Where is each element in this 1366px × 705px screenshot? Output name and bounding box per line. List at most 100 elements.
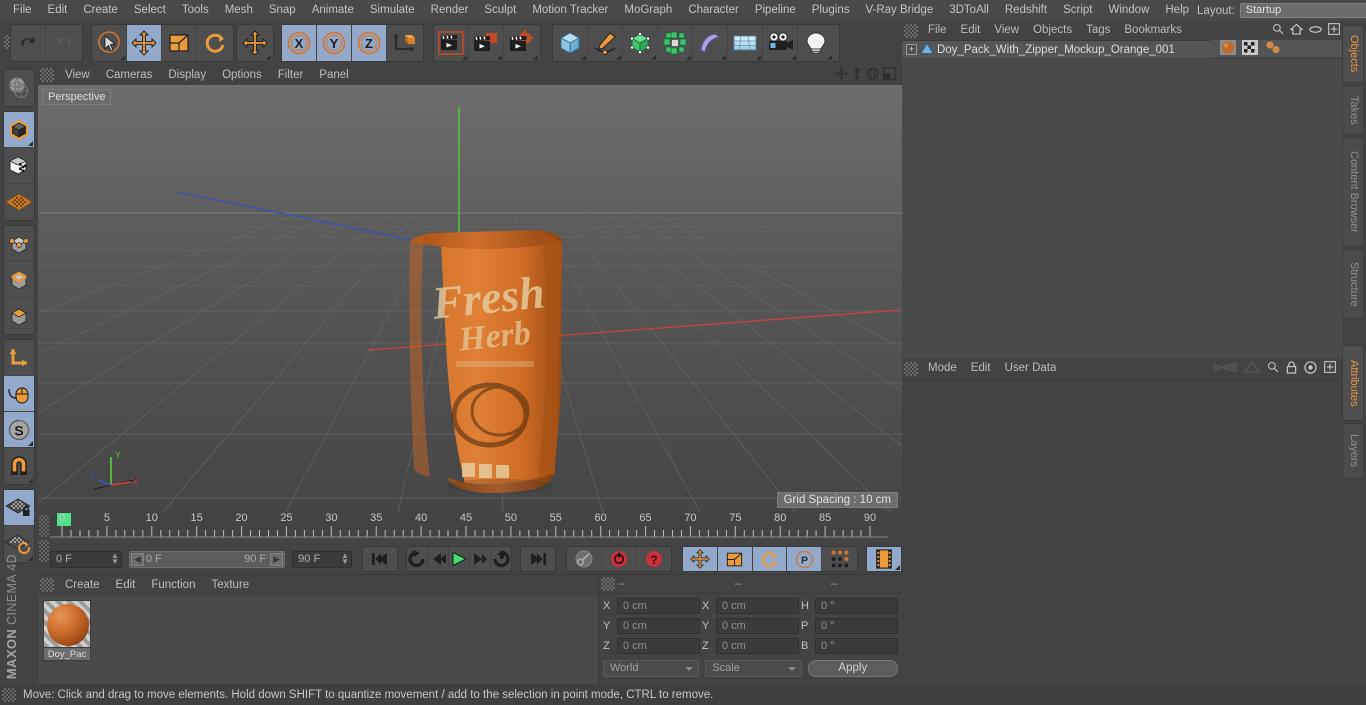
rotation-p-field[interactable]: 0 ° <box>815 618 898 634</box>
menu-item-sculpt[interactable]: Sculpt <box>476 0 524 21</box>
points-mode-button[interactable] <box>4 226 34 262</box>
attributes-menu-edit[interactable]: Edit <box>964 358 998 379</box>
object-menu-objects[interactable]: Objects <box>1026 21 1079 40</box>
soft-selection-button[interactable]: S <box>4 412 34 448</box>
spinner-icon[interactable]: ▲ ▼ <box>111 551 119 566</box>
material-menu-create[interactable]: Create <box>57 575 108 595</box>
record-scale-button[interactable] <box>717 547 753 571</box>
menu-item-motion-tracker[interactable]: Motion Tracker <box>524 0 616 21</box>
status-grip-handle[interactable] <box>2 687 16 702</box>
record-pla-button[interactable] <box>822 547 857 571</box>
rotate-tool[interactable] <box>197 25 232 61</box>
add-cube-button[interactable] <box>553 25 588 61</box>
viewport-menu-cameras[interactable]: Cameras <box>98 65 161 85</box>
expand-icon[interactable] <box>1328 23 1340 38</box>
tab-takes[interactable]: Takes <box>1342 85 1364 135</box>
material-tag-icon[interactable] <box>1220 39 1236 58</box>
lock-y-axis[interactable]: Y <box>317 25 352 61</box>
add-camera-button[interactable] <box>763 25 798 61</box>
render-to-picture-viewer-button[interactable] <box>469 25 504 61</box>
menu-item-3dtoall[interactable]: 3DToAll <box>941 0 997 21</box>
menu-item-snap[interactable]: Snap <box>261 0 304 21</box>
menu-item-tools[interactable]: Tools <box>174 0 217 21</box>
menu-item-animate[interactable]: Animate <box>304 0 362 21</box>
search-icon[interactable] <box>1272 23 1284 38</box>
loop-forward-button[interactable] <box>491 547 511 571</box>
menu-item-pipeline[interactable]: Pipeline <box>747 0 804 21</box>
rotation-h-field[interactable]: 0 ° <box>815 598 898 614</box>
nav-forward-icon[interactable] <box>1243 360 1261 377</box>
rotation-b-field[interactable]: 0 ° <box>815 638 898 654</box>
material-menu-function[interactable]: Function <box>143 575 203 595</box>
target-icon[interactable] <box>1304 360 1317 377</box>
range-right-arrow-icon[interactable]: ▶ <box>270 552 284 566</box>
frame-range-slider[interactable]: ◀ 0 F 90 F ▶ <box>128 550 286 568</box>
size-y-field[interactable]: 0 cm <box>716 618 799 634</box>
lock-workplane-button[interactable] <box>4 490 34 526</box>
viewport-menu-filter[interactable]: Filter <box>270 65 312 85</box>
coordinate-system-dropdown[interactable]: World <box>603 659 700 677</box>
maximize-viewport-icon[interactable] <box>883 67 896 83</box>
menu-item-redshift[interactable]: Redshift <box>997 0 1055 21</box>
menu-item-file[interactable]: File <box>5 0 40 21</box>
add-light-button[interactable] <box>798 25 833 61</box>
search-icon[interactable] <box>1267 361 1279 376</box>
polygons-mode-button[interactable] <box>4 298 34 334</box>
max-frame-field[interactable]: 90 F ▲ ▼ <box>292 550 352 568</box>
tab-structure[interactable]: Structure <box>1342 249 1364 319</box>
edges-mode-button[interactable] <box>4 262 34 298</box>
tab-layers[interactable]: Layers <box>1342 423 1364 479</box>
attributes-content[interactable] <box>902 379 1342 684</box>
tab-objects[interactable]: Objects <box>1342 25 1364 83</box>
object-menu-edit[interactable]: Edit <box>954 21 988 40</box>
model-mode-button[interactable] <box>4 112 34 148</box>
viewport-menu-display[interactable]: Display <box>160 65 214 85</box>
menu-item-vray-bridge[interactable]: V-Ray Bridge <box>857 0 941 21</box>
menu-item-help[interactable]: Help <box>1157 0 1197 21</box>
texture-tag-icon[interactable] <box>1264 40 1282 58</box>
nav-back-icon[interactable] <box>1213 361 1237 377</box>
menu-item-mesh[interactable]: Mesh <box>217 0 261 21</box>
size-z-field[interactable]: 0 cm <box>716 638 799 654</box>
texture-axis-tool[interactable] <box>4 70 34 106</box>
scale-tool[interactable] <box>162 25 197 61</box>
lock-x-axis[interactable]: X <box>282 25 317 61</box>
keyframe-selection-button[interactable]: ? <box>636 547 671 571</box>
lock-z-axis[interactable]: Z <box>352 25 387 61</box>
pan-icon[interactable] <box>835 67 848 83</box>
timeline-ruler[interactable]: 0 5 10 15 20 25 30 35 40 45 50 55 60 65 70 75 80 85 90 <box>50 512 902 540</box>
object-menu-view[interactable]: View <box>987 21 1026 40</box>
coordinates-grip-handle[interactable] <box>601 577 615 591</box>
menu-item-simulate[interactable]: Simulate <box>362 0 423 21</box>
menu-item-plugins[interactable]: Plugins <box>804 0 858 21</box>
material-thumbnail[interactable] <box>43 600 91 648</box>
add-nurbs-button[interactable] <box>623 25 658 61</box>
object-name[interactable]: Doy_Pack_With_Zipper_Mockup_Orange_001 <box>934 44 1175 56</box>
rotate-icon[interactable] <box>866 67 879 83</box>
material-menu-edit[interactable]: Edit <box>108 575 144 595</box>
enable-axis-modification-button[interactable] <box>4 340 34 376</box>
viewport-menu-panel[interactable]: Panel <box>311 65 356 85</box>
menu-item-window[interactable]: Window <box>1100 0 1157 21</box>
add-array-button[interactable] <box>658 25 693 61</box>
record-parameter-button[interactable]: P <box>787 547 823 571</box>
menu-item-edit[interactable]: Edit <box>40 0 76 21</box>
menu-item-mograph[interactable]: MoGraph <box>616 0 680 21</box>
apply-button[interactable]: Apply <box>807 659 898 677</box>
undo-button[interactable] <box>11 25 46 61</box>
step-back-button[interactable] <box>428 547 449 571</box>
object-menu-file[interactable]: File <box>921 21 954 40</box>
move-tool[interactable] <box>127 25 162 61</box>
enable-snapping-button[interactable] <box>4 376 34 412</box>
menu-item-create[interactable]: Create <box>75 0 126 21</box>
play-button[interactable] <box>449 547 470 571</box>
texture-mode-button[interactable] <box>4 148 34 184</box>
position-z-field[interactable]: 0 cm <box>617 638 700 654</box>
autokeying-button[interactable] <box>567 547 602 571</box>
tab-content-browser[interactable]: Content Browser <box>1342 137 1364 247</box>
object-menu-bookmarks[interactable]: Bookmarks <box>1117 21 1189 40</box>
attributes-menu-mode[interactable]: Mode <box>921 358 964 379</box>
timeline-filmstrip-button[interactable] <box>867 547 901 571</box>
range-left-arrow-icon[interactable]: ◀ <box>130 552 144 566</box>
menu-item-select[interactable]: Select <box>126 0 174 21</box>
